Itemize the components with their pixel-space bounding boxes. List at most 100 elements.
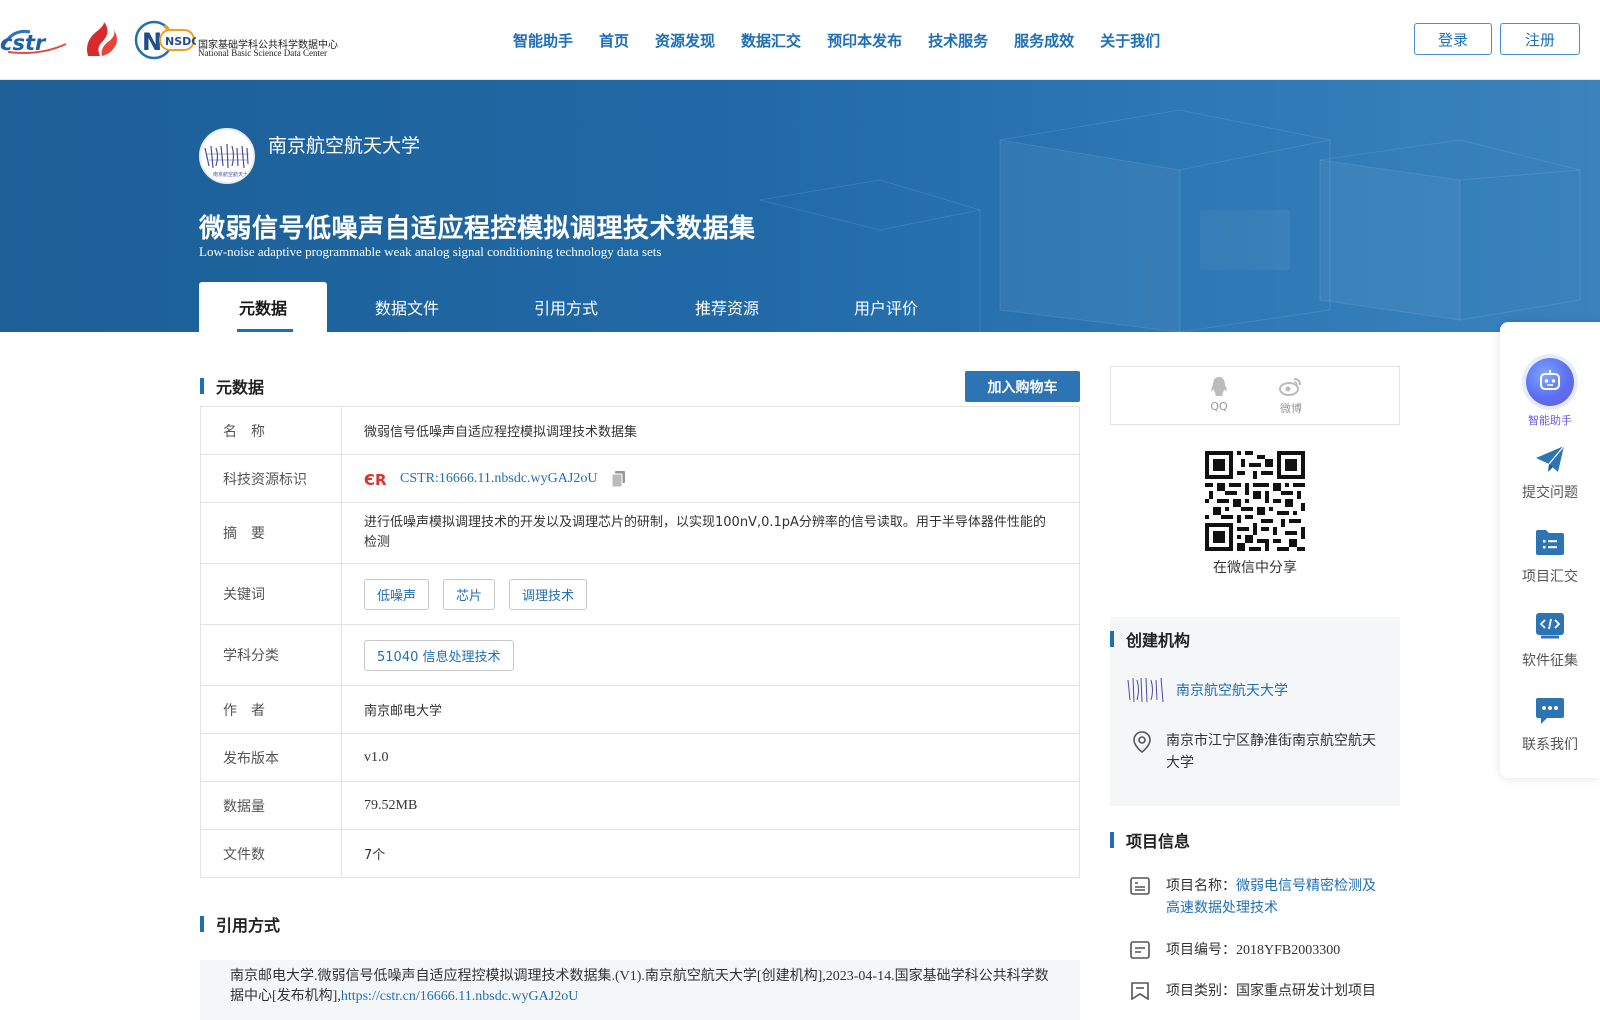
main-nav: 智能助手 首页 资源发现 数据汇交 预印本发布 技术服务 服务成效 关于我们 [500, 0, 1173, 80]
folder-list-icon [1536, 530, 1564, 555]
citation-link[interactable]: https://cstr.cn/16666.11.nbsdc.wyGAJ2oU [341, 989, 578, 1004]
tab-user-reviews[interactable]: 用户评价 [833, 282, 939, 332]
login-button[interactable]: 登录 [1414, 23, 1492, 55]
section-accent-bar [200, 378, 204, 394]
creator-section-title: 创建机构 [1126, 631, 1191, 650]
table-row: 学科分类 51040 信息处理技术 [200, 624, 1080, 686]
share-weibo[interactable]: 微博 [1271, 375, 1311, 416]
creator-org-address: 南京市江宁区静淮街南京航空航天大学 [1166, 733, 1376, 771]
project-section-title: 项目信息 [1126, 832, 1191, 851]
meta-value-version: v1.0 [341, 733, 1080, 782]
citation-section-heading: 引用方式 [200, 912, 280, 936]
meta-key-author: 作 者 [200, 685, 342, 734]
section-accent-bar [200, 916, 204, 932]
float-contact-label: 联系我们 [1522, 737, 1578, 753]
citation-text-block: 南京邮电大学.微弱信号低噪声自适应程控模拟调理技术数据集.(V1).南京航空航天… [230, 967, 1060, 1007]
citation-box: 南京邮电大学.微弱信号低噪声自适应程控模拟调理技术数据集.(V1).南京航空航天… [200, 960, 1080, 1020]
location-pin-icon [1133, 731, 1151, 753]
wechat-share-caption: 在微信中分享 [1213, 560, 1297, 576]
keyword-tag[interactable]: 低噪声 [364, 578, 430, 610]
keyword-tag[interactable]: 芯片 [443, 578, 496, 610]
project-code-value: 2018YFB2003300 [1236, 943, 1341, 958]
meta-key-size: 数据量 [200, 781, 342, 830]
metadata-table: 名 称 微弱信号低噪声自适应程控模拟调理技术数据集 科技资源标识 CR CSTR… [200, 406, 1080, 878]
share-qq[interactable]: QQ [1199, 375, 1239, 413]
cstr-logo[interactable]: cstr [0, 26, 68, 54]
float-project-submission[interactable]: 项目汇交 [1500, 528, 1600, 588]
table-row: 关键词 低噪声 芯片 调理技术 [200, 563, 1080, 625]
svg-text:NSDC: NSDC [165, 35, 196, 48]
add-to-cart-button[interactable]: 加入购物车 [965, 371, 1080, 402]
nav-preprint[interactable]: 预印本发布 [827, 30, 902, 51]
dataset-title: 微弱信号低噪声自适应程控模拟调理技术数据集 [199, 214, 756, 244]
robot-icon [1526, 358, 1574, 406]
table-row: 名 称 微弱信号低噪声自适应程控模拟调理技术数据集 [200, 406, 1080, 455]
metadata-section-title: 元数据 [216, 378, 265, 397]
citation-section-title: 引用方式 [216, 916, 281, 935]
meta-value-size: 79.52MB [341, 781, 1080, 830]
tab-recommended[interactable]: 推荐资源 [674, 282, 780, 332]
nsdc-logo-en-text: National Basic Science Data Center [198, 48, 327, 58]
table-row: 科技资源标识 CR CSTR:16666.11.nbsdc.wyGAJ2oU [200, 454, 1080, 503]
keyword-tag[interactable]: 调理技术 [509, 578, 588, 610]
nav-data-submission[interactable]: 数据汇交 [741, 30, 801, 51]
meta-value-cstr: CR CSTR:16666.11.nbsdc.wyGAJ2oU [341, 454, 1080, 503]
meta-value-author: 南京邮电大学 [341, 685, 1080, 734]
meta-key-name: 名 称 [200, 406, 342, 455]
creator-section-heading: 创建机构 [1110, 627, 1190, 651]
table-row: 文件数 7个 [200, 829, 1080, 878]
nav-service-results[interactable]: 服务成效 [1014, 30, 1074, 51]
meta-key-keywords: 关键词 [200, 563, 342, 625]
meta-key-file-count: 文件数 [200, 829, 342, 878]
meta-key-version: 发布版本 [200, 733, 342, 782]
register-button[interactable]: 注册 [1500, 23, 1580, 55]
creator-org-name[interactable]: 南京航空航天大学 [1176, 680, 1288, 700]
tab-metadata[interactable]: 元数据 [199, 282, 327, 332]
float-project-label: 项目汇交 [1522, 569, 1578, 585]
code-icon [1536, 613, 1564, 639]
dataset-tabs: 元数据 数据文件 引用方式 推荐资源 用户评价 [199, 282, 970, 332]
metadata-section-heading: 元数据 [200, 374, 264, 398]
cstr-identifier-link[interactable]: CSTR:16666.11.nbsdc.wyGAJ2oU [400, 471, 597, 487]
nav-tech-service[interactable]: 技术服务 [928, 30, 988, 51]
share-weibo-label: 微博 [1280, 402, 1302, 415]
creator-org-logo[interactable] [1126, 674, 1166, 706]
cstr-badge-icon: CR [364, 471, 387, 488]
table-row: 数据量 79.52MB [200, 781, 1080, 830]
float-submit-question[interactable]: 提交问题 [1500, 444, 1600, 504]
meta-key-abstract: 摘 要 [200, 502, 342, 564]
floating-service-panel: 智能助手 提交问题 项目汇交 软件征集 联系我们 [1500, 322, 1600, 778]
nav-resource-discovery[interactable]: 资源发现 [655, 30, 715, 51]
tab-data-files[interactable]: 数据文件 [356, 282, 458, 332]
paper-plane-icon [1536, 445, 1565, 472]
meta-key-cstr: 科技资源标识 [200, 454, 342, 503]
org-avatar[interactable]: 南京航空航天大学 [199, 128, 255, 184]
meta-value-subject: 51040 信息处理技术 [341, 624, 1080, 686]
nav-home[interactable]: 首页 [599, 30, 629, 51]
subject-tag[interactable]: 51040 信息处理技术 [364, 639, 514, 671]
float-submit-label: 提交问题 [1522, 485, 1578, 501]
float-contact-us[interactable]: 联系我们 [1500, 696, 1600, 756]
copy-icon[interactable] [611, 470, 627, 488]
creator-card: 创建机构 南京航空航天大学 南京市江宁区静淮街南京航空航天大学 [1110, 617, 1400, 806]
tab-citation[interactable]: 引用方式 [515, 282, 617, 332]
share-qq-label: QQ [1210, 400, 1228, 413]
table-row: 发布版本 v1.0 [200, 733, 1080, 782]
project-code-label: 项目编号： [1166, 942, 1236, 958]
hero-org-name[interactable]: 南京航空航天大学 [268, 131, 420, 158]
red-swirl-logo[interactable] [82, 22, 120, 58]
nav-about[interactable]: 关于我们 [1100, 30, 1160, 51]
qq-icon [1211, 377, 1227, 396]
nsdc-logo[interactable]: N NSDC 国家基础学科公共科学数据中心 National Basic Sci… [134, 20, 348, 60]
table-row: 作 者 南京邮电大学 [200, 685, 1080, 734]
float-software-collection[interactable]: 软件征集 [1500, 612, 1600, 672]
dataset-hero-banner: 南京航空航天大学 南京航空航天大学 微弱信号低噪声自适应程控模拟调理技术数据集 … [0, 80, 1600, 332]
float-ai-assistant[interactable]: 智能助手 [1500, 322, 1600, 432]
project-name-label: 项目名称： [1166, 878, 1236, 894]
section-accent-bar [1110, 631, 1114, 647]
section-accent-bar [1110, 832, 1114, 848]
document-icon [1130, 941, 1150, 959]
svg-text:cstr: cstr [0, 31, 47, 54]
meta-value-file-count: 7个 [341, 829, 1080, 878]
nav-ai-assistant[interactable]: 智能助手 [513, 30, 573, 51]
